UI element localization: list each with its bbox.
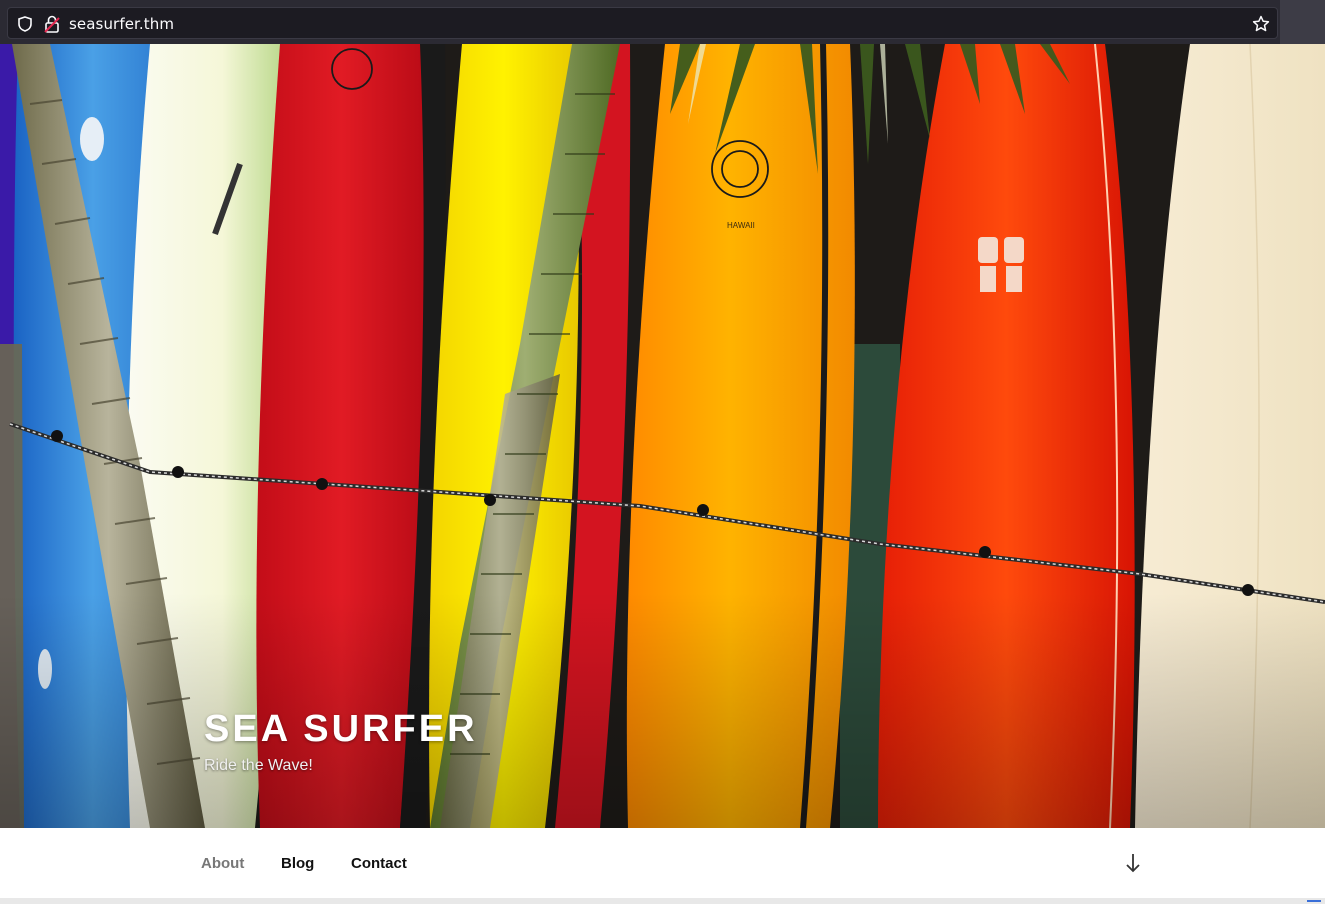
nav-contact-link[interactable]: Contact bbox=[351, 855, 407, 872]
page-bottom-edge bbox=[0, 898, 1325, 904]
arrow-down-icon[interactable] bbox=[1124, 852, 1142, 874]
nav-about-link[interactable]: About bbox=[201, 855, 244, 872]
url-text[interactable]: seasurfer.thm bbox=[69, 15, 174, 33]
hero-image: HAWAII bbox=[0, 44, 1325, 828]
star-icon[interactable] bbox=[1251, 14, 1271, 34]
lock-icon[interactable] bbox=[43, 14, 61, 34]
nav-blog-link[interactable]: Blog bbox=[281, 855, 314, 872]
toolbar-overflow bbox=[1280, 0, 1325, 44]
address-bar[interactable]: seasurfer.thm bbox=[7, 7, 1278, 39]
site-title[interactable]: SEA SURFER bbox=[204, 708, 478, 751]
site-tagline: Ride the Wave! bbox=[204, 757, 313, 774]
primary-nav: About Blog Contact bbox=[0, 828, 1325, 898]
shield-icon[interactable] bbox=[16, 15, 34, 33]
scroll-indicator bbox=[1307, 900, 1321, 902]
hero-banner: HAWAII SEA SURFER Ride the Wave! bbox=[0, 44, 1325, 828]
browser-toolbar: seasurfer.thm bbox=[0, 0, 1325, 44]
